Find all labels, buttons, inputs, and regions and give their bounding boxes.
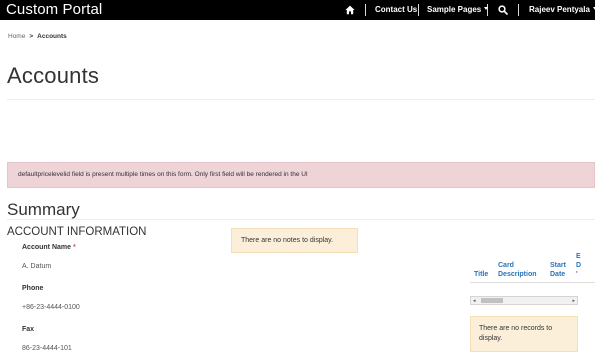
end-date-line1: E <box>576 253 581 260</box>
alert-message: defaultpricelevelid field is present mul… <box>18 171 308 178</box>
account-name-value: A. Datum <box>22 263 52 270</box>
fax-label: Fax <box>22 326 35 333</box>
scrollbar-thumb[interactable] <box>481 298 503 303</box>
card-description-line1: Card <box>498 262 514 269</box>
nav-divider <box>518 4 519 16</box>
grid-header-divider <box>470 282 595 283</box>
nav-divider <box>365 4 366 16</box>
summary-heading: Summary <box>7 200 80 219</box>
account-name-label: Account Name * <box>22 244 76 251</box>
card-description-line2: Description <box>498 271 537 278</box>
scroll-right-arrow-icon[interactable]: ▸ <box>572 298 575 304</box>
search-icon[interactable] <box>498 5 508 15</box>
fax-value: 86-23-4444-101 <box>22 345 72 352</box>
required-marker: * <box>73 244 76 251</box>
nav-divider <box>418 4 419 16</box>
start-date-line2: Date <box>550 271 566 278</box>
summary-divider <box>7 219 595 220</box>
page-title: Accounts <box>7 63 100 88</box>
records-empty-text: There are no records to display. <box>479 325 553 342</box>
sample-pages-label: Sample Pages <box>427 5 482 14</box>
phone-label: Phone <box>22 285 44 292</box>
breadcrumb-home-link[interactable]: Home <box>8 33 25 40</box>
nav-divider <box>487 4 488 16</box>
top-navbar: Custom Portal Contact Us Sample Pages Ra… <box>0 0 595 20</box>
account-information-heading: ACCOUNT INFORMATION <box>7 226 147 238</box>
grid-column-end-date[interactable]: E D ' <box>576 252 581 279</box>
nav-contact-us-link[interactable]: Contact Us <box>375 0 417 20</box>
breadcrumb: Home > Accounts <box>8 33 67 40</box>
grid-horizontal-scrollbar[interactable]: ◂ ▸ <box>470 296 578 305</box>
brand-logo[interactable]: Custom Portal <box>6 0 102 20</box>
records-empty-message: There are no records to display. <box>470 316 578 352</box>
phone-value: +86-23-4444-0100 <box>22 304 80 311</box>
notes-empty-text: There are no notes to display. <box>241 237 334 244</box>
user-name-label: Rajeev Pentyala <box>529 5 590 14</box>
grid-column-card-description[interactable]: Card Description <box>498 261 537 279</box>
scroll-left-arrow-icon[interactable]: ◂ <box>473 298 476 304</box>
end-date-line3: ' <box>576 271 578 278</box>
grid-column-start-date[interactable]: Start Date <box>550 261 566 279</box>
warning-alert: defaultpricelevelid field is present mul… <box>7 162 595 188</box>
end-date-line2: D <box>576 262 582 269</box>
grid-column-title[interactable]: Title <box>474 270 488 279</box>
title-divider <box>7 99 595 100</box>
account-name-label-text: Account Name <box>22 244 72 251</box>
breadcrumb-separator: > <box>29 33 34 40</box>
home-icon[interactable] <box>345 5 355 15</box>
breadcrumb-current: Accounts <box>37 33 67 40</box>
nav-sample-pages-menu[interactable]: Sample Pages <box>427 0 489 20</box>
start-date-line1: Start <box>550 262 566 269</box>
notes-empty-message: There are no notes to display. <box>231 228 358 253</box>
user-menu[interactable]: Rajeev Pentyala <box>529 0 595 20</box>
